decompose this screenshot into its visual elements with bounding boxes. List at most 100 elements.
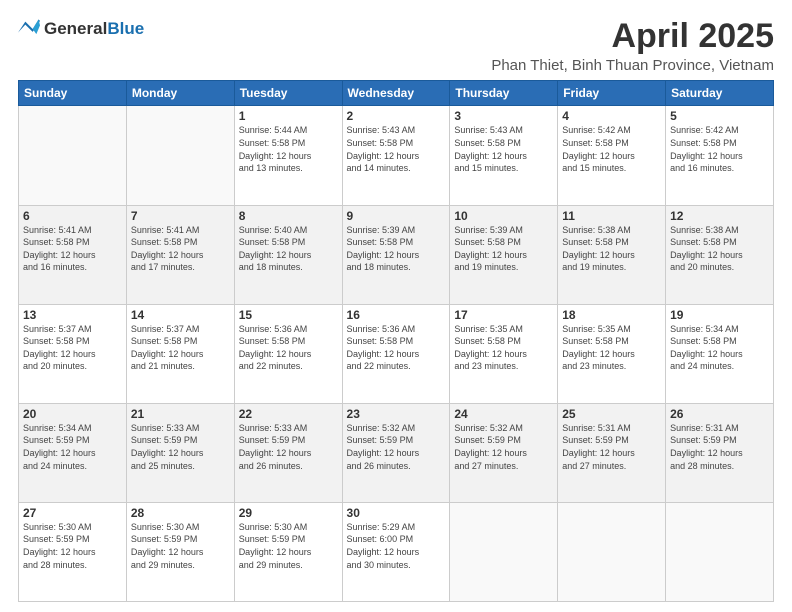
day-info: Sunrise: 5:43 AM Sunset: 5:58 PM Dayligh… [454,124,553,174]
day-number: 29 [239,506,338,520]
day-info: Sunrise: 5:32 AM Sunset: 5:59 PM Dayligh… [454,422,553,472]
col-wednesday: Wednesday [342,81,450,106]
day-number: 9 [347,209,446,223]
logo: GeneralBlue [18,18,144,40]
table-row: 25Sunrise: 5:31 AM Sunset: 5:59 PM Dayli… [558,403,666,502]
table-row: 23Sunrise: 5:32 AM Sunset: 5:59 PM Dayli… [342,403,450,502]
day-info: Sunrise: 5:40 AM Sunset: 5:58 PM Dayligh… [239,224,338,274]
calendar-week-row: 1Sunrise: 5:44 AM Sunset: 5:58 PM Daylig… [19,106,774,205]
day-number: 19 [670,308,769,322]
col-saturday: Saturday [666,81,774,106]
day-number: 28 [131,506,230,520]
day-number: 6 [23,209,122,223]
day-number: 20 [23,407,122,421]
table-row: 9Sunrise: 5:39 AM Sunset: 5:58 PM Daylig… [342,205,450,304]
day-number: 14 [131,308,230,322]
day-number: 27 [23,506,122,520]
table-row: 18Sunrise: 5:35 AM Sunset: 5:58 PM Dayli… [558,304,666,403]
day-number: 30 [347,506,446,520]
table-row: 10Sunrise: 5:39 AM Sunset: 5:58 PM Dayli… [450,205,558,304]
day-info: Sunrise: 5:31 AM Sunset: 5:59 PM Dayligh… [670,422,769,472]
table-row: 21Sunrise: 5:33 AM Sunset: 5:59 PM Dayli… [126,403,234,502]
location-title: Phan Thiet, Binh Thuan Province, Vietnam [491,57,774,74]
table-row: 27Sunrise: 5:30 AM Sunset: 5:59 PM Dayli… [19,502,127,601]
page: GeneralBlue April 2025 Phan Thiet, Binh … [0,0,792,612]
logo-area: GeneralBlue [18,18,144,40]
calendar-header-row: Sunday Monday Tuesday Wednesday Thursday… [19,81,774,106]
table-row: 20Sunrise: 5:34 AM Sunset: 5:59 PM Dayli… [19,403,127,502]
col-sunday: Sunday [19,81,127,106]
day-info: Sunrise: 5:35 AM Sunset: 5:58 PM Dayligh… [562,323,661,373]
day-info: Sunrise: 5:29 AM Sunset: 6:00 PM Dayligh… [347,521,446,571]
header: GeneralBlue April 2025 Phan Thiet, Binh … [18,18,774,74]
day-number: 17 [454,308,553,322]
day-info: Sunrise: 5:37 AM Sunset: 5:58 PM Dayligh… [23,323,122,373]
day-number: 26 [670,407,769,421]
table-row [666,502,774,601]
table-row [19,106,127,205]
table-row: 16Sunrise: 5:36 AM Sunset: 5:58 PM Dayli… [342,304,450,403]
day-info: Sunrise: 5:31 AM Sunset: 5:59 PM Dayligh… [562,422,661,472]
col-friday: Friday [558,81,666,106]
logo-icon [18,18,40,40]
day-info: Sunrise: 5:44 AM Sunset: 5:58 PM Dayligh… [239,124,338,174]
table-row: 1Sunrise: 5:44 AM Sunset: 5:58 PM Daylig… [234,106,342,205]
calendar-week-row: 20Sunrise: 5:34 AM Sunset: 5:59 PM Dayli… [19,403,774,502]
table-row: 8Sunrise: 5:40 AM Sunset: 5:58 PM Daylig… [234,205,342,304]
calendar-week-row: 6 Sunrise: 5:41 AM Sunset: 5:58 PM Daylig… [19,205,774,304]
table-row: 28Sunrise: 5:30 AM Sunset: 5:59 PM Dayli… [126,502,234,601]
table-row: 7Sunrise: 5:41 AM Sunset: 5:58 PM Daylig… [126,205,234,304]
day-number: 23 [347,407,446,421]
table-row: 14Sunrise: 5:37 AM Sunset: 5:58 PM Dayli… [126,304,234,403]
day-info: Sunrise: 5:39 AM Sunset: 5:58 PM Dayligh… [347,224,446,274]
day-number: 11 [562,209,661,223]
day-number: 3 [454,109,553,123]
col-tuesday: Tuesday [234,81,342,106]
logo-text: GeneralBlue [44,19,144,39]
day-info: Sunrise: 5:30 AM Sunset: 5:59 PM Dayligh… [239,521,338,571]
day-number: 7 [131,209,230,223]
table-row: 6Sunrise: 5:41 AM Sunset: 5:58 PM Daylig… [19,205,127,304]
day-number: 2 [347,109,446,123]
calendar-week-row: 27Sunrise: 5:30 AM Sunset: 5:59 PM Dayli… [19,502,774,601]
col-thursday: Thursday [450,81,558,106]
day-number: 18 [562,308,661,322]
col-monday: Monday [126,81,234,106]
day-number: 1 [239,109,338,123]
table-row [450,502,558,601]
table-row: 3Sunrise: 5:43 AM Sunset: 5:58 PM Daylig… [450,106,558,205]
table-row: 5Sunrise: 5:42 AM Sunset: 5:58 PM Daylig… [666,106,774,205]
day-info: Sunrise: 5:36 AM Sunset: 5:58 PM Dayligh… [347,323,446,373]
day-info: Sunrise: 5:35 AM Sunset: 5:58 PM Dayligh… [454,323,553,373]
day-info: Sunrise: 5:38 AM Sunset: 5:58 PM Dayligh… [670,224,769,274]
table-row: 4Sunrise: 5:42 AM Sunset: 5:58 PM Daylig… [558,106,666,205]
day-number: 22 [239,407,338,421]
day-info: Sunrise: 5:30 AM Sunset: 5:59 PM Dayligh… [23,521,122,571]
day-info: Sunrise: 5:30 AM Sunset: 5:59 PM Dayligh… [131,521,230,571]
table-row: 30Sunrise: 5:29 AM Sunset: 6:00 PM Dayli… [342,502,450,601]
table-row: 15Sunrise: 5:36 AM Sunset: 5:58 PM Dayli… [234,304,342,403]
day-info: Sunrise: 5:39 AM Sunset: 5:58 PM Dayligh… [454,224,553,274]
day-info: Sunrise: 5:34 AM Sunset: 5:59 PM Dayligh… [23,422,122,472]
day-info: Sunrise: 5:36 AM Sunset: 5:58 PM Dayligh… [239,323,338,373]
logo-blue: Blue [107,19,144,38]
day-number: 15 [239,308,338,322]
day-number: 4 [562,109,661,123]
day-info: Sunrise: 5:42 AM Sunset: 5:58 PM Dayligh… [562,124,661,174]
table-row: 11Sunrise: 5:38 AM Sunset: 5:58 PM Dayli… [558,205,666,304]
calendar-week-row: 13Sunrise: 5:37 AM Sunset: 5:58 PM Dayli… [19,304,774,403]
day-number: 5 [670,109,769,123]
day-number: 8 [239,209,338,223]
day-info: Sunrise: 5:34 AM Sunset: 5:58 PM Dayligh… [670,323,769,373]
table-row: 2Sunrise: 5:43 AM Sunset: 5:58 PM Daylig… [342,106,450,205]
table-row: 22Sunrise: 5:33 AM Sunset: 5:59 PM Dayli… [234,403,342,502]
table-row [558,502,666,601]
day-info: Sunrise: 5:43 AM Sunset: 5:58 PM Dayligh… [347,124,446,174]
day-info: Sunrise: 5:41 AM Sunset: 5:58 PM Dayligh… [131,224,230,274]
day-number: 24 [454,407,553,421]
day-number: 13 [23,308,122,322]
table-row: 12Sunrise: 5:38 AM Sunset: 5:58 PM Dayli… [666,205,774,304]
table-row: 29Sunrise: 5:30 AM Sunset: 5:59 PM Dayli… [234,502,342,601]
day-info: Sunrise: 5:37 AM Sunset: 5:58 PM Dayligh… [131,323,230,373]
day-number: 10 [454,209,553,223]
